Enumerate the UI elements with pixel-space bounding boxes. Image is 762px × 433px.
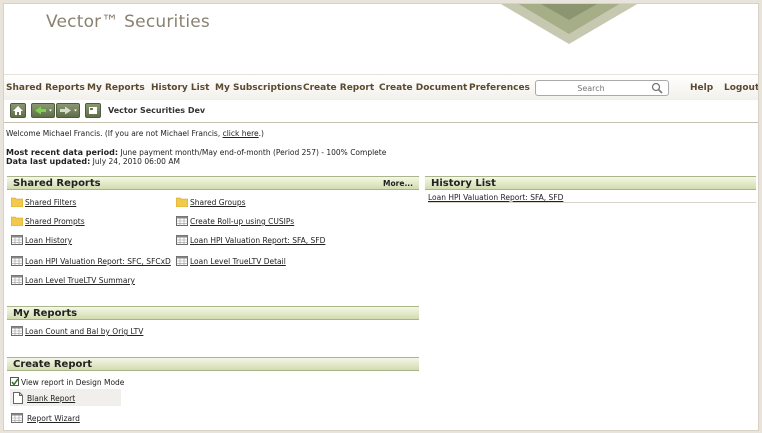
welcome-message: Welcome Michael Francis. (If you are not…: [6, 129, 264, 138]
brand-logo-text: Vector™ Securities: [46, 12, 210, 32]
shared-reports-header: Shared Reports More...: [7, 176, 419, 190]
welcome-text: Welcome Michael Francis. (If you are not…: [6, 129, 223, 138]
data-period-label: Most recent data period:: [6, 148, 119, 157]
shared-groups-link[interactable]: Shared Groups: [190, 198, 246, 207]
blank-report-link[interactable]: Blank Report: [27, 394, 75, 403]
report-grid-icon: [176, 256, 188, 266]
folder-icon: [11, 197, 23, 207]
history-item-link[interactable]: Loan HPI Valuation Report: SFA, SFD: [428, 193, 563, 202]
project-button[interactable]: [85, 103, 101, 118]
loan-hpi-sfa-link[interactable]: Loan HPI Valuation Report: SFA, SFD: [190, 236, 325, 245]
forward-button[interactable]: [56, 103, 80, 118]
data-period-value: June payment month/May end-of-month (Per…: [118, 148, 387, 157]
data-updated-value: July 24, 2010 06:00 AM: [90, 157, 180, 166]
folder-icon: [176, 197, 188, 207]
history-list-title: History List: [431, 178, 496, 189]
shared-prompts-link[interactable]: Shared Prompts: [25, 217, 85, 226]
nav-shared-reports[interactable]: Shared Reports: [6, 83, 85, 93]
loan-count-bal-link[interactable]: Loan Count and Bal by Orig LTV: [25, 327, 143, 336]
loan-level-trueltv-detail-link[interactable]: Loan Level TrueLTV Detail: [190, 257, 286, 266]
nav-my-subscriptions[interactable]: My Subscriptions: [215, 83, 302, 93]
nav-create-document[interactable]: Create Document: [379, 83, 467, 93]
data-period-info: Most recent data period: June payment mo…: [6, 148, 386, 166]
home-icon: [13, 106, 23, 115]
create-report-header: Create Report: [7, 357, 419, 371]
nav-help[interactable]: Help: [690, 83, 713, 93]
more-link[interactable]: More...: [383, 179, 413, 188]
project-title: Vector Securities Dev: [108, 106, 206, 115]
report-grid-icon: [176, 235, 188, 245]
create-rollup-link[interactable]: Create Roll-up using CUSIPs: [190, 217, 294, 226]
nav-logout[interactable]: Logout: [724, 83, 758, 93]
home-button[interactable]: [10, 103, 26, 118]
loan-history-link[interactable]: Loan History: [25, 236, 72, 245]
report-wizard-link[interactable]: Report Wizard: [27, 414, 80, 423]
history-list-header: History List: [425, 176, 756, 190]
my-reports-title: My Reports: [13, 308, 78, 319]
toolbar-divider: [4, 122, 758, 123]
search-icon[interactable]: [651, 82, 663, 94]
forward-arrow-icon: [60, 106, 77, 115]
nav-create-report[interactable]: Create Report: [303, 83, 374, 93]
back-button[interactable]: [31, 103, 55, 118]
back-arrow-icon: [35, 106, 52, 115]
brand-chevron-graphic: [500, 4, 638, 44]
blank-page-icon: [13, 392, 23, 404]
brand-bar: Vector™ Securities: [4, 4, 758, 66]
loan-level-trueltv-summary-link[interactable]: Loan Level TrueLTV Summary: [25, 276, 135, 285]
create-report-title: Create Report: [13, 359, 93, 370]
data-updated-label: Data last updated:: [6, 157, 91, 166]
app-frame: Vector™ Securities Shared Reports My Rep…: [3, 3, 759, 431]
search-input[interactable]: [535, 80, 669, 96]
check-icon: [11, 378, 19, 386]
report-grid-icon: [11, 275, 23, 285]
nav-my-reports[interactable]: My Reports: [87, 83, 145, 93]
shared-reports-title: Shared Reports: [13, 178, 101, 189]
nav-preferences[interactable]: Preferences: [469, 83, 530, 93]
report-grid-icon: [11, 326, 23, 336]
welcome-suffix: .): [258, 129, 264, 138]
history-divider: [428, 202, 756, 203]
click-here-link[interactable]: click here: [223, 129, 259, 138]
my-reports-header: My Reports: [7, 306, 419, 320]
report-grid-icon: [176, 216, 188, 226]
loan-hpi-sfc-link[interactable]: Loan HPI Valuation Report: SFC, SFCxD: [25, 257, 171, 266]
main-nav: Shared Reports My Reports History List M…: [4, 74, 758, 100]
shared-filters-link[interactable]: Shared Filters: [25, 198, 76, 207]
report-grid-icon: [11, 235, 23, 245]
nav-history-list[interactable]: History List: [151, 83, 209, 93]
project-icon: [89, 107, 97, 114]
toolbar: Vector Securities Dev: [7, 101, 758, 121]
report-grid-icon: [11, 256, 23, 266]
design-mode-checkbox[interactable]: [10, 377, 19, 386]
design-mode-label: View report in Design Mode: [21, 378, 125, 387]
report-grid-icon: [11, 413, 23, 423]
folder-icon: [11, 216, 23, 226]
